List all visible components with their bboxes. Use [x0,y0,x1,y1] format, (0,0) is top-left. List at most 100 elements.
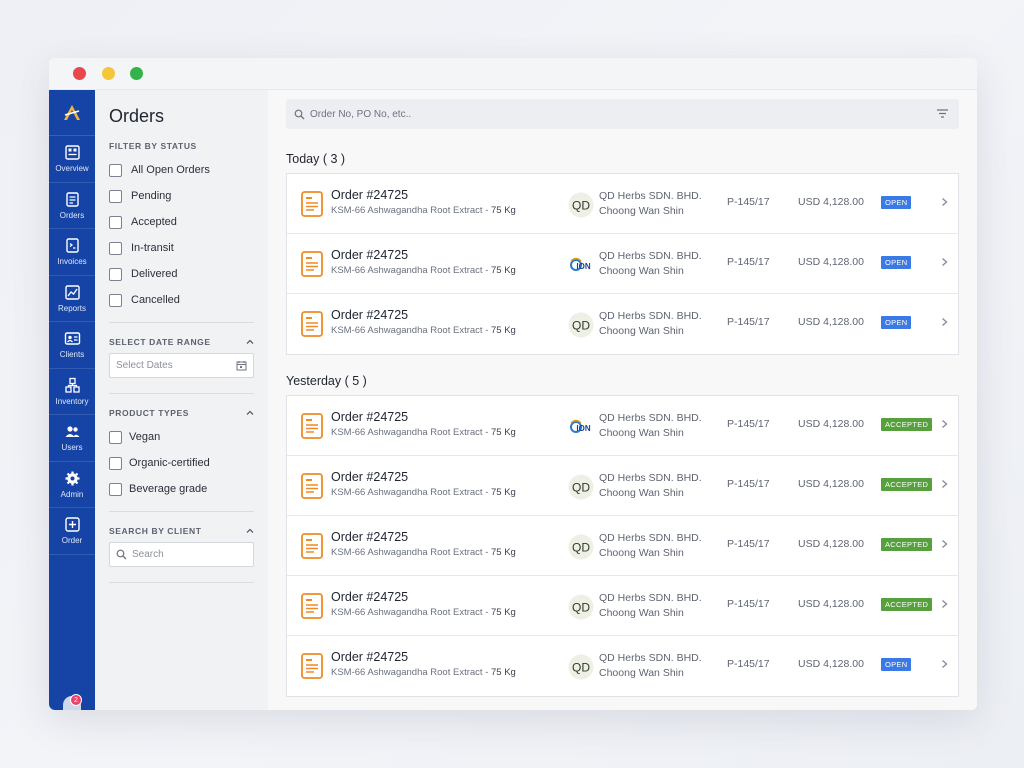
nav-item-label: Admin [60,489,84,499]
clients-icon [64,332,80,345]
qd-herbs-logo-icon: QD [568,474,594,500]
chevron-up-icon[interactable] [246,527,254,535]
po-number: P-145/17 [727,256,770,268]
chevron-right-icon[interactable] [941,419,948,429]
nav-item-admin[interactable]: Admin [49,462,95,508]
checkbox[interactable] [109,163,122,177]
order-number: Order #24725 [331,530,409,544]
filter-option[interactable]: In-transit [109,241,254,255]
order-description: KSM-66 Ashwagandha Root Extract - 75 Kg [331,667,516,678]
order-amount: USD 4,128.00 [798,316,864,328]
filter-option[interactable]: Cancelled [109,293,254,307]
orders-main: Order No, PO No, etc.. Today ( 3 ) Order … [268,90,977,710]
checkbox[interactable] [109,293,122,307]
filter-option[interactable]: All Open Orders [109,163,254,177]
chevron-right-icon[interactable] [941,539,948,549]
nav-item-label: Order [61,536,83,546]
order-row[interactable]: Order #24725 KSM-66 Ashwagandha Root Extr… [287,234,958,294]
order-info: Order #24725 KSM-66 Ashwagandha Root Extr… [331,410,516,438]
filter-panel: Orders FILTER BY STATUS All Open Orders P… [95,90,268,710]
chevron-right-icon[interactable] [941,317,948,327]
client-contact: Choong Wan Shin [599,265,684,277]
product-types-title[interactable]: PRODUCT TYPES [109,408,254,418]
nav-item-label: Users [61,443,83,453]
chevron-right-icon[interactable] [941,197,948,207]
order-product: KSM-66 Ashwagandha Root Extract - [331,607,491,618]
filter-option[interactable]: Accepted [109,215,254,229]
filter-icon[interactable] [936,108,949,119]
nav-item-clients[interactable]: Clients [49,322,95,369]
checkbox[interactable] [109,215,122,229]
status-badge: ACCEPTED [881,418,933,431]
filter-option-label: Delivered [131,268,178,280]
chevron-right-icon[interactable] [941,659,948,669]
po-number: P-145/17 [727,598,770,610]
nav-item-overview[interactable]: Overview [49,136,95,183]
order-quantity: 75 Kg [491,547,516,558]
app-logo[interactable] [49,90,95,136]
status-badge: ACCEPTED [881,598,933,611]
order-row[interactable]: Order #24725 KSM-66 Ashwagandha Root Extr… [287,576,958,636]
nav-item-users[interactable]: Users [49,415,95,462]
checkbox[interactable] [109,189,122,203]
filter-option[interactable]: Vegan [109,430,254,444]
client-search-input[interactable]: Search [109,542,254,567]
close-window-button[interactable] [73,67,86,80]
order-row[interactable]: Order #24725 KSM-66 Ashwagandha Root Extr… [287,174,958,234]
qd-herbs-logo-icon: QD [568,534,594,560]
filter-option[interactable]: Pending [109,189,254,203]
date-range-placeholder: Select Dates [116,360,173,371]
invoices-icon [65,238,79,253]
filter-option[interactable]: Beverage grade [109,482,254,496]
order-group-title: Today ( 3 ) [286,152,346,166]
date-range-title[interactable]: SELECT DATE RANGE [109,337,254,347]
client-contact: Choong Wan Shin [599,667,684,679]
chevron-right-icon[interactable] [941,479,948,489]
checkbox[interactable] [109,482,122,496]
chevron-right-icon[interactable] [941,257,948,267]
nav-item-orders[interactable]: Orders [49,183,95,229]
client-info: QD Herbs SDN. BHD. Choong Wan Shin [599,249,702,279]
chevron-right-icon[interactable] [941,599,948,609]
filter-option[interactable]: Organic-certified [109,456,254,470]
order-search-input[interactable]: Order No, PO No, etc.. [286,99,959,129]
qd-herbs-logo-icon: QD [568,654,594,680]
checkbox[interactable] [109,456,122,470]
nav-item-order[interactable]: Order [49,508,95,555]
calendar-icon[interactable] [236,360,247,371]
date-range-input[interactable]: Select Dates [109,353,254,378]
order-document-icon [301,191,323,217]
svg-text:QD: QD [572,661,590,675]
status-badge: ACCEPTED [881,478,933,491]
order-row[interactable]: Order #24725 KSM-66 Ashwagandha Root Extr… [287,396,958,456]
checkbox[interactable] [109,430,122,444]
svg-text:QD: QD [572,601,590,615]
order-row[interactable]: Order #24725 KSM-66 Ashwagandha Root Extr… [287,294,958,354]
checkbox[interactable] [109,267,122,281]
chevron-up-icon[interactable] [246,409,254,417]
po-number: P-145/17 [727,316,770,328]
order-description: KSM-66 Ashwagandha Root Extract - 75 Kg [331,487,516,498]
minimize-window-button[interactable] [102,67,115,80]
order-quantity: 75 Kg [491,427,516,438]
order-row[interactable]: Order #24725 KSM-66 Ashwagandha Root Extr… [287,456,958,516]
filter-option[interactable]: Delivered [109,267,254,281]
order-row[interactable]: Order #24725 KSM-66 Ashwagandha Root Extr… [287,636,958,696]
client-name: QD Herbs SDN. BHD. [599,412,702,424]
client-info: QD Herbs SDN. BHD. Choong Wan Shin [599,591,702,621]
status-badge: OPEN [881,256,912,269]
svg-text:ION: ION [576,424,590,433]
ion-logo-icon: ION [570,257,591,271]
order-row[interactable]: Order #24725 KSM-66 Ashwagandha Root Extr… [287,516,958,576]
nav-item-reports[interactable]: Reports [49,276,95,322]
order-description: KSM-66 Ashwagandha Root Extract - 75 Kg [331,265,516,276]
nav-item-inventory[interactable]: Inventory [49,369,95,415]
order-amount: USD 4,128.00 [798,478,864,490]
client-search-title[interactable]: SEARCH BY CLIENT [109,526,254,536]
order-number: Order #24725 [331,650,409,664]
maximize-window-button[interactable] [130,67,143,80]
checkbox[interactable] [109,241,122,255]
chevron-up-icon[interactable] [246,338,254,346]
nav-item-invoices[interactable]: Invoices [49,229,95,276]
overview-icon [64,145,80,160]
